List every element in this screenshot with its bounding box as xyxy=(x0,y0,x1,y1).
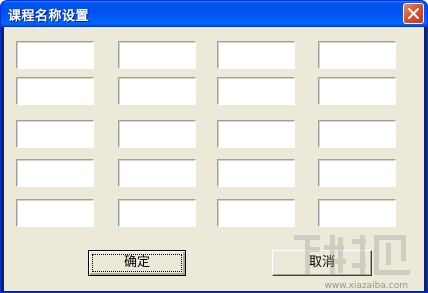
window-title: 课程名称设置 xyxy=(8,9,90,24)
watermark-site-text: www.xiazaiba.com xyxy=(324,281,408,291)
dialog-window: 课程名称设置 确定 取消 www.xiazaiba.com xyxy=(0,0,428,293)
course-name-field-r2-c4[interactable] xyxy=(318,77,396,105)
close-button[interactable] xyxy=(403,3,424,24)
course-name-field-r2-c2[interactable] xyxy=(118,77,196,105)
cancel-button[interactable]: 取消 xyxy=(272,250,372,276)
ok-button[interactable]: 确定 xyxy=(88,250,186,276)
course-name-field-r5-c2[interactable] xyxy=(118,199,196,227)
close-icon xyxy=(408,8,419,19)
ok-button-label: 确定 xyxy=(123,255,150,270)
title-bar[interactable]: 课程名称设置 xyxy=(1,1,427,27)
course-name-field-r1-c1[interactable] xyxy=(16,41,94,69)
dialog-body: 确定 取消 www.xiazaiba.com xyxy=(4,27,424,291)
course-name-field-r3-c3[interactable] xyxy=(217,120,295,148)
course-name-field-r1-c2[interactable] xyxy=(118,41,196,69)
course-name-field-r4-c3[interactable] xyxy=(217,159,295,187)
course-name-field-r1-c4[interactable] xyxy=(318,41,396,69)
course-name-field-r4-c1[interactable] xyxy=(16,159,94,187)
course-name-field-r4-c2[interactable] xyxy=(118,159,196,187)
course-name-field-r3-c1[interactable] xyxy=(16,120,94,148)
course-name-field-r3-c2[interactable] xyxy=(118,120,196,148)
course-name-field-r5-c1[interactable] xyxy=(16,199,94,227)
course-name-field-r3-c4[interactable] xyxy=(318,120,396,148)
course-name-field-r2-c1[interactable] xyxy=(16,77,94,105)
course-name-field-r4-c4[interactable] xyxy=(318,159,396,187)
course-name-field-r2-c3[interactable] xyxy=(217,77,295,105)
cancel-button-label: 取消 xyxy=(308,255,335,270)
course-name-field-r1-c3[interactable] xyxy=(217,41,295,69)
course-name-field-r5-c3[interactable] xyxy=(217,199,295,227)
course-name-field-r5-c4[interactable] xyxy=(318,199,396,227)
